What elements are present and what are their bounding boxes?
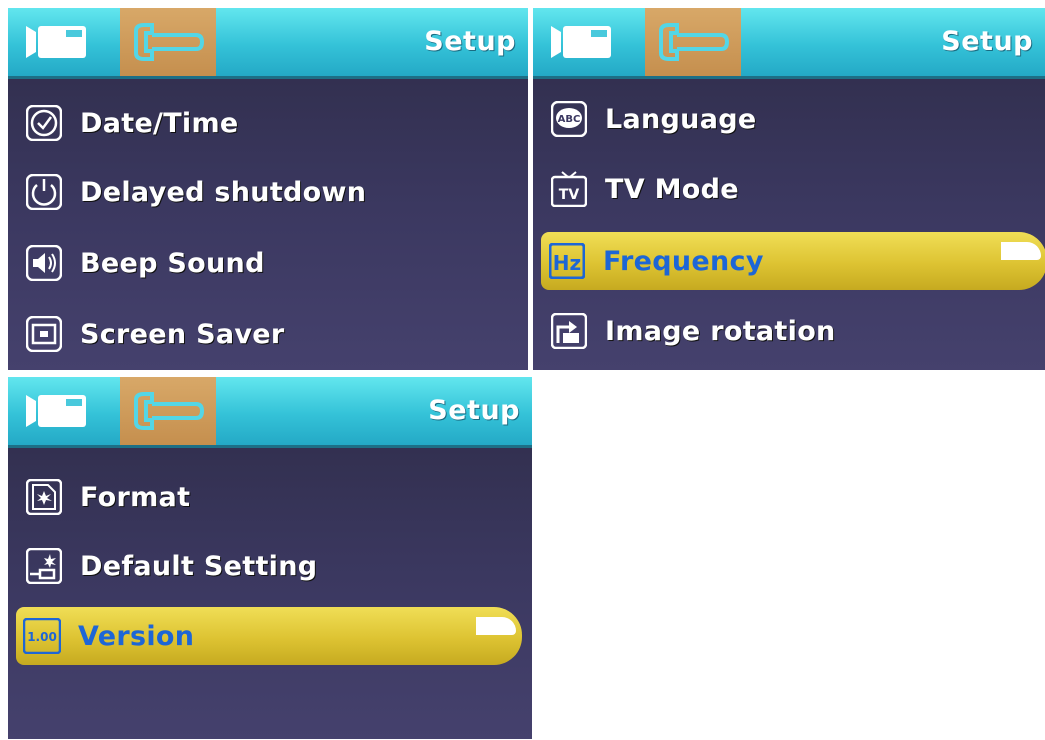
menu-item-label: Version [78,620,195,652]
speaker-icon [24,243,64,283]
screen-title: Setup [941,26,1033,57]
setup-screen-1: Setup Date/Time Delayed shutdown Beep So… [8,8,528,370]
menu-item-default-setting[interactable]: Default Setting [18,537,522,595]
clock-icon [24,103,64,143]
menu-item-label: Frequency [603,245,764,277]
default-setting-icon [24,546,64,586]
screen-title: Setup [424,26,516,57]
menu-item-label: Date/Time [80,107,239,139]
power-icon [24,172,64,212]
menu-item-label: Default Setting [80,550,318,582]
menu-item-delayed-shutdown[interactable]: Delayed shutdown [18,163,518,221]
wrench-icon[interactable] [120,8,216,76]
tv-icon: TV [549,169,589,209]
video-camera-icon[interactable] [551,22,613,62]
icon-text: TV [559,187,580,203]
header-bar: Setup [8,377,532,448]
menu-item-language[interactable]: ABC Language [543,90,1035,148]
screen-icon [24,314,64,354]
menu-item-label: Language [605,103,757,135]
menu-item-label: Delayed shutdown [80,176,367,208]
header-bar: Setup [533,8,1045,79]
wrench-icon[interactable] [645,8,741,76]
wrench-icon[interactable] [120,377,216,445]
format-icon [24,477,64,517]
setup-screen-2: Setup ABC Language TV TV Mode Hz Frequen… [533,8,1045,370]
menu-item-label: Format [80,481,191,513]
menu-item-frequency[interactable]: Hz Frequency [541,232,1045,290]
menu-item-screen-saver[interactable]: Screen Saver [18,305,518,363]
icon-text: Hz [553,251,581,275]
menu-item-image-rotation[interactable]: Image rotation [543,302,1035,360]
icon-text: 1.00 [27,630,57,644]
menu-item-tv-mode[interactable]: TV TV Mode [543,160,1035,218]
setup-screen-3: Setup Format Default Setting 1.00 Versio… [8,377,532,739]
menu-item-label: Screen Saver [80,318,285,350]
language-abc-icon: ABC [549,99,589,139]
menu-item-label: Image rotation [605,315,836,347]
video-camera-icon[interactable] [26,391,88,431]
header-bar: Setup [8,8,528,79]
icon-text: ABC [558,114,581,125]
menu-item-label: Beep Sound [80,247,265,279]
video-camera-icon[interactable] [26,22,88,62]
menu-item-label: TV Mode [605,173,739,205]
menu-item-date-time[interactable]: Date/Time [18,94,518,152]
version-icon: 1.00 [22,616,62,656]
hz-icon: Hz [547,241,587,281]
menu-item-format[interactable]: Format [18,468,522,526]
menu-item-version[interactable]: 1.00 Version [16,607,522,665]
screen-title: Setup [428,395,520,426]
menu-item-beep-sound[interactable]: Beep Sound [18,234,518,292]
rotation-icon [549,311,589,351]
